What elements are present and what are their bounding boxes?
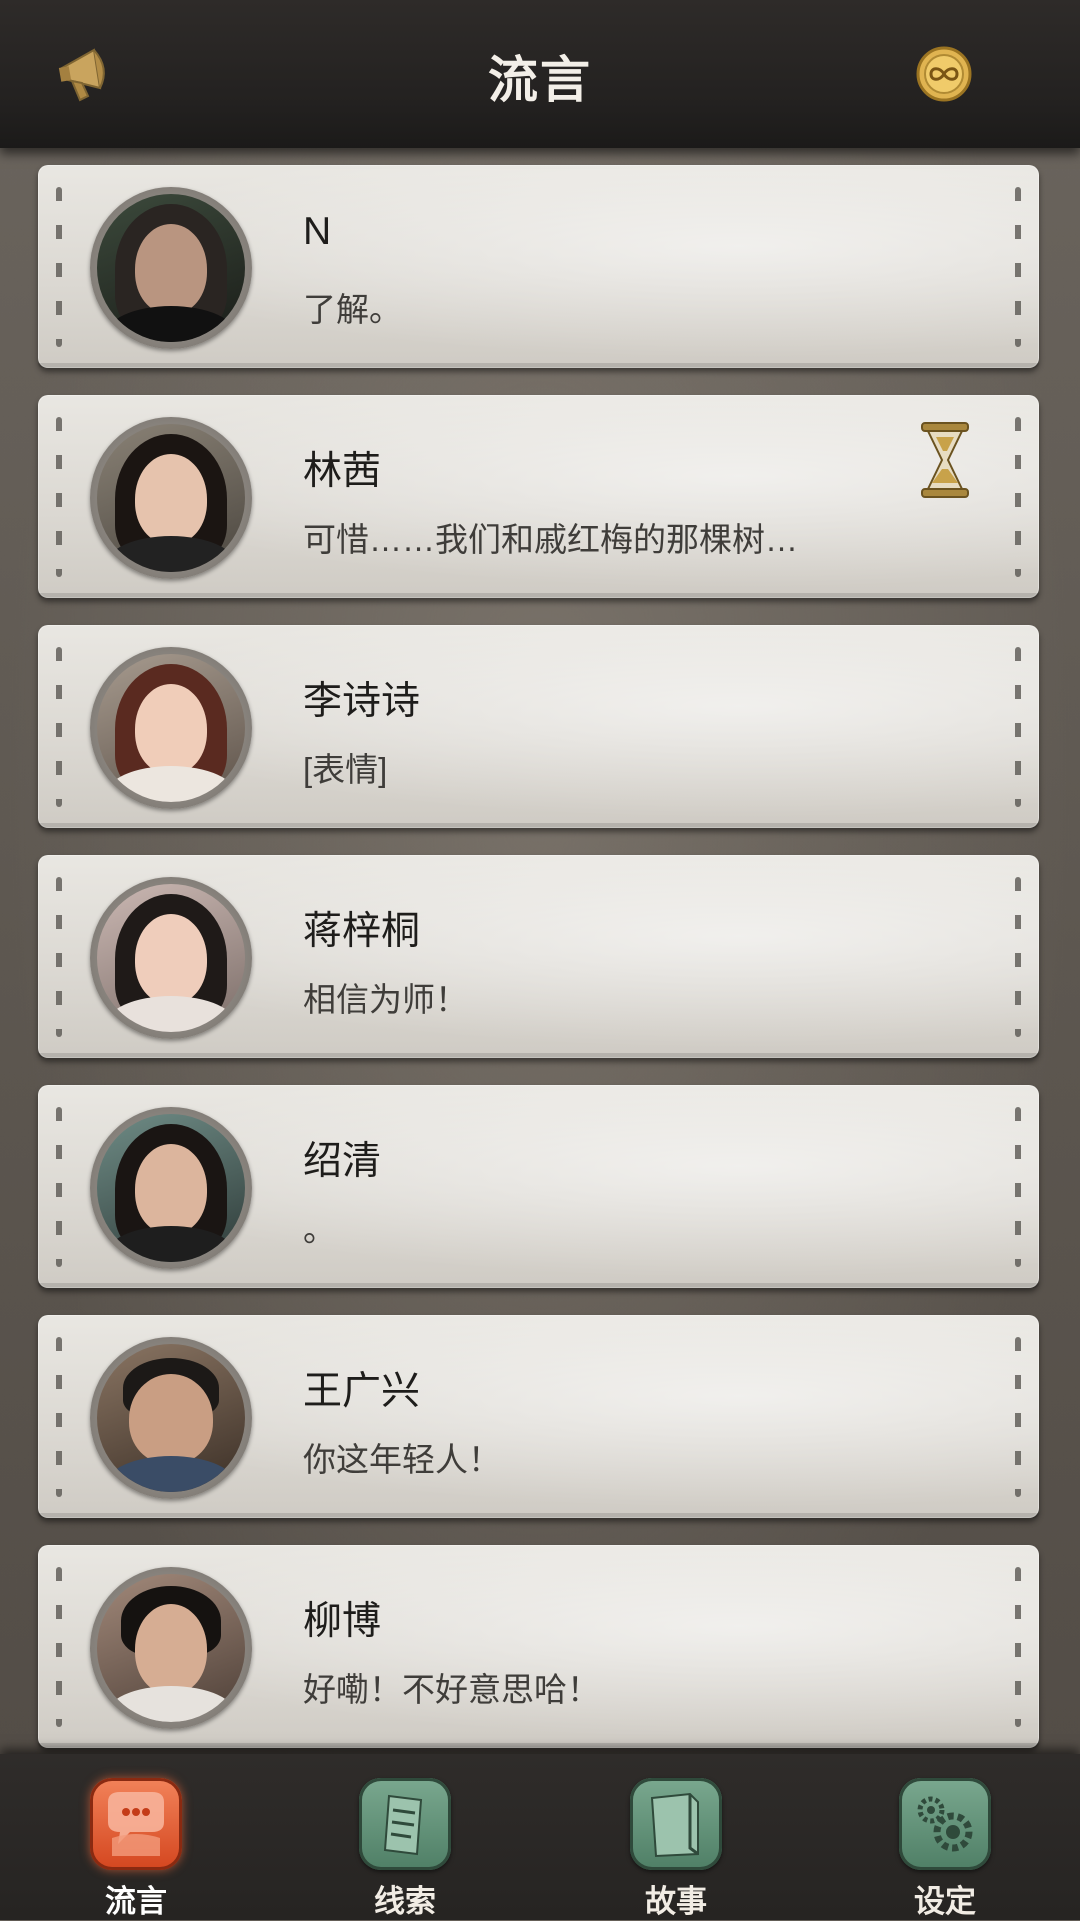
stitch-decoration xyxy=(56,417,62,577)
chat-item-jiangzitong[interactable]: 蒋梓桐 相信为师！ xyxy=(38,855,1039,1058)
stitch-decoration xyxy=(1015,647,1021,807)
gear-icon xyxy=(899,1778,991,1870)
last-message: 。 xyxy=(303,1211,336,1248)
stitch-decoration xyxy=(1015,1567,1021,1727)
hourglass-icon xyxy=(921,422,969,498)
contact-name: 蒋梓桐 xyxy=(303,910,421,953)
infinity-coin-icon[interactable] xyxy=(915,45,973,103)
contact-name: N xyxy=(303,210,332,253)
stitch-decoration xyxy=(1015,187,1021,347)
contact-name: 王广兴 xyxy=(303,1370,421,1413)
tab-label: 设定 xyxy=(914,1884,976,1920)
tab-rumors[interactable]: 流言 xyxy=(36,1754,236,1920)
chat-item-shaoqing[interactable]: 绍清 。 xyxy=(38,1085,1039,1288)
contact-name: 李诗诗 xyxy=(303,680,421,723)
avatar[interactable] xyxy=(90,417,252,579)
stitch-decoration xyxy=(1015,877,1021,1037)
contact-name: 林茜 xyxy=(303,450,382,493)
stitch-decoration xyxy=(1015,417,1021,577)
book-icon xyxy=(630,1778,722,1870)
chat-item-wangguangxing[interactable]: 王广兴 你这年轻人！ xyxy=(38,1315,1039,1518)
chat-bubble-icon xyxy=(90,1778,182,1870)
stitch-decoration xyxy=(56,1567,62,1727)
contact-name: 绍清 xyxy=(303,1140,382,1183)
avatar[interactable] xyxy=(90,1567,252,1729)
chat-item-liubo[interactable]: 柳博 好嘞！不好意思哈！ xyxy=(38,1545,1039,1748)
chat-item-lishishi[interactable]: 李诗诗 [表情] xyxy=(38,625,1039,828)
tab-clues[interactable]: 线索 xyxy=(305,1754,505,1920)
tab-settings[interactable]: 设定 xyxy=(845,1754,1045,1920)
last-message: 好嘞！不好意思哈！ xyxy=(303,1671,600,1708)
tab-label: 线索 xyxy=(374,1884,436,1920)
stitch-decoration xyxy=(56,187,62,347)
avatar[interactable] xyxy=(90,1337,252,1499)
chat-item-linqian[interactable]: 林茜 可惜……我们和戚红梅的那棵树… xyxy=(38,395,1039,598)
notes-icon xyxy=(359,1778,451,1870)
last-message: 你这年轻人！ xyxy=(303,1441,501,1478)
contact-name: 柳博 xyxy=(303,1600,382,1643)
tab-story[interactable]: 故事 xyxy=(576,1754,776,1920)
bottom-tab-bar: 流言 线索 故事 设定 xyxy=(0,1754,1080,1920)
stitch-decoration xyxy=(56,1337,62,1497)
avatar[interactable] xyxy=(90,187,252,349)
avatar[interactable] xyxy=(90,877,252,1039)
chat-item-n[interactable]: N 了解。 xyxy=(38,165,1039,368)
chat-list: N 了解。 林茜 可惜……我们和戚红梅的那棵树… 李诗诗 [表情] 蒋梓桐 相信… xyxy=(0,148,1080,1754)
top-bar: 流言 xyxy=(0,0,1080,148)
stitch-decoration xyxy=(56,647,62,807)
stitch-decoration xyxy=(56,877,62,1037)
stitch-decoration xyxy=(1015,1337,1021,1497)
tab-label: 流言 xyxy=(105,1884,167,1920)
last-message: [表情] xyxy=(303,751,388,788)
avatar[interactable] xyxy=(90,647,252,809)
stitch-decoration xyxy=(56,1107,62,1267)
avatar[interactable] xyxy=(90,1107,252,1269)
last-message: 可惜……我们和戚红梅的那棵树… xyxy=(303,521,798,558)
last-message: 了解。 xyxy=(303,291,402,328)
tab-label: 故事 xyxy=(645,1884,707,1920)
stitch-decoration xyxy=(1015,1107,1021,1267)
last-message: 相信为师！ xyxy=(303,981,468,1018)
